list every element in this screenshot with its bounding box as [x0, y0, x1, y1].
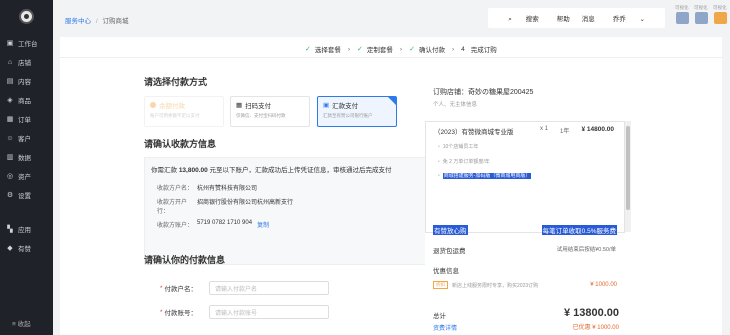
chevron-down-icon: ⌄ — [639, 16, 645, 23]
breadcrumb-current: 订购商城 — [102, 18, 129, 25]
step-select-package: ✓ 选择套餐 — [305, 46, 341, 54]
remittance-icon: ▣ — [323, 102, 330, 109]
balance-icon — [150, 102, 156, 108]
app-shortcut-icon[interactable]: 可视化 — [694, 5, 708, 24]
sidebar-item-youzan[interactable]: ◆ 有赞 — [0, 241, 53, 255]
pay-option-remittance[interactable]: ▣ 汇款支付 汇款至有赞公司银行账户 — [317, 96, 397, 127]
pay-option-qrcode[interactable]: ▦ 扫码支付 仅微信、支付宝扫码付款 — [230, 96, 310, 127]
apps-icon: ▚ — [7, 226, 13, 233]
help-link[interactable]: 帮助 — [557, 13, 570, 23]
remittance-description: 你需汇款 13,800.00 元至以下账户，汇款成功后上传凭证信息，审核通过后完… — [151, 167, 392, 174]
user-menu[interactable]: 乔乔 ⌄ — [607, 13, 651, 23]
coupon-row: 折扣 新店上线服务限时专享，购买2023订购 ¥ 1000.00 — [433, 279, 617, 291]
order-scrollbar[interactable] — [625, 121, 631, 232]
sidebar-item-customer[interactable]: ☺ 客户 — [0, 131, 53, 145]
fee-details-link[interactable]: 资费详情 — [433, 323, 457, 332]
saved-amount: 已优惠 ¥ 1000.00 — [572, 325, 619, 331]
coupon-amount: ¥ 1000.00 — [590, 282, 617, 288]
coupon-title: 优惠信息 — [433, 268, 459, 275]
payer-name-input[interactable]: 请输入付款户名 — [209, 281, 330, 295]
arrow-icon: › — [399, 45, 403, 53]
goods-icon: ◈ — [7, 97, 13, 104]
sidebar-item-workbench[interactable]: ▣ 工作台 — [0, 36, 53, 50]
payer-name-row: * 付款户名： 请输入付款户名 — [160, 281, 330, 295]
qrcode-icon: ▦ — [236, 102, 243, 109]
payer-info-title: 请确认你的付款信息 — [144, 255, 226, 265]
check-icon: ✓ — [357, 46, 363, 53]
divider — [60, 57, 722, 58]
app-shortcut-icon[interactable]: 可视化 — [675, 5, 689, 24]
breadcrumb-home-link[interactable]: 服务中心 — [65, 18, 91, 25]
shop-logo[interactable] — [19, 9, 34, 24]
total-label: 总计 — [433, 313, 446, 320]
arrow-icon: › — [347, 45, 351, 53]
coupon-tag: 折扣 — [433, 281, 448, 289]
sidebar-item-goods[interactable]: ◈ 商品 — [0, 93, 53, 107]
payee-account: 5719 0782 1710 904 — [197, 220, 253, 226]
sidebar-item-data[interactable]: ▥ 数据 — [0, 150, 53, 164]
order-summary: 订购店铺：奇妙の糖果屋200425 个人、无主体信息 （2023）有赞微商城专业… — [425, 83, 633, 332]
breadcrumb: 服务中心 / 订购商城 — [65, 18, 129, 25]
check-icon: ✓ — [305, 46, 311, 53]
app-shortcuts: 可视化 可视化 可视化 — [673, 5, 730, 26]
sidebar-item-content[interactable]: ▤ 内容 — [0, 74, 53, 88]
scrollbar-thumb[interactable] — [626, 126, 630, 210]
top-bar: 服务中心 / 订购商城 ⌕ 搜索 帮助 消息 乔乔 ⌄ 可视化 可视化 可视化 — [53, 0, 730, 34]
youzan-icon: ◆ — [7, 245, 13, 252]
package-card: （2023）有赞微商城专业版 x 1 1年 ¥ 14800.00 10个店铺员工… — [425, 121, 625, 233]
payer-account-input[interactable]: 请输入付款账号 — [209, 305, 330, 319]
store-icon: ⌂ — [7, 58, 13, 66]
step-customize-package: ✓ 定制套餐 — [357, 46, 393, 54]
sidebar-item-settings[interactable]: ⚙ 设置 — [0, 188, 53, 202]
sidebar-item-apps[interactable]: ▚ 应用 — [0, 222, 53, 236]
service-fee-value: 每笔订单收取0.5%服务费 — [541, 225, 617, 235]
payee-info-box: 你需汇款 13,800.00 元至以下账户，汇款成功后上传凭证信息，审核通过后完… — [144, 157, 458, 265]
package-name: （2023）有赞微商城专业版 — [434, 129, 514, 136]
asset-icon: ◎ — [6, 173, 14, 180]
step-confirm-payment: ✓ 确认付款 — [409, 46, 445, 54]
payee-info-title: 请确认收款方信息 — [144, 139, 217, 149]
package-price: ¥ 14800.00 — [581, 126, 614, 133]
payment-method-title: 请选择付款方式 — [144, 77, 208, 87]
search-link[interactable]: ⌕ 搜索 — [502, 13, 544, 24]
payee-bank: 招商银行股份有限公司杭州高新支行 — [197, 200, 294, 206]
sidebar-item-asset[interactable]: ◎ 资产 — [0, 169, 53, 183]
sidebar-item-store[interactable]: ⌂ 店铺 — [0, 55, 53, 69]
sidebar: ▣ 工作台 ⌂ 店铺 ▤ 内容 ◈ 商品 ▦ 订单 ☺ 客户 ▥ 数据 ◎ 资产 ⚙ 设置 ▚ 应用… — [0, 0, 53, 335]
copy-account-link[interactable]: 复制 — [257, 220, 269, 229]
total-amount: ¥ 13800.00 — [563, 307, 619, 319]
refund-shipping-row: 退货包运费 试用结束后按结¥0.50/单 — [433, 247, 616, 255]
payee-name: 杭州有赞科技有限公司 — [197, 186, 258, 192]
package-feature: 免 2 万单订单额度/年 — [438, 158, 490, 165]
arrow-icon: › — [451, 45, 455, 53]
top-links: ⌕ 搜索 帮助 消息 乔乔 ⌄ — [488, 8, 665, 28]
service-fee-label: 有赞放心购 — [433, 225, 468, 235]
collapse-sidebar-button[interactable]: ≡ 收起 — [12, 318, 31, 328]
order-store: 订购店铺：奇妙の糖果屋200425 — [433, 89, 534, 96]
order-store-subtitle: 个人、无主体信息 — [433, 102, 478, 108]
messages-link[interactable]: 消息 — [582, 13, 595, 23]
package-feature: 商城搭建服务-加码版（微商城电商版） — [438, 172, 532, 179]
service-fee-row: 有赞放心购 每笔订单收取0.5%服务费 — [433, 225, 617, 235]
package-qty: x 1 — [540, 126, 549, 132]
workbench-icon: ▣ — [6, 40, 14, 47]
sidebar-item-order[interactable]: ▦ 订单 — [0, 112, 53, 126]
pay-option-balance: 余额付款 账户可用余额不足以支付 — [144, 96, 224, 127]
content-icon: ▤ — [6, 78, 14, 85]
package-years: 1年 — [560, 129, 570, 135]
app-shortcut-icon[interactable]: 可视化 — [713, 5, 727, 24]
data-icon: ▥ — [6, 154, 14, 161]
customer-icon: ☺ — [6, 134, 14, 142]
step-complete-order: 4 完成订购 — [461, 45, 497, 55]
settings-icon: ⚙ — [6, 192, 14, 199]
payer-account-row: * 付款账号： 请输入付款账号 — [160, 305, 330, 319]
search-icon: ⌕ — [508, 15, 512, 23]
order-icon: ▦ — [6, 116, 14, 123]
check-icon: ✓ — [409, 46, 415, 53]
main-content: ✓ 选择套餐 › ✓ 定制套餐 › ✓ 确认付款 › 4 完成订购 请选择付款方式 余额… — [60, 37, 722, 335]
package-feature: 10个店铺员工年 — [438, 143, 479, 150]
progress-steps: ✓ 选择套餐 › ✓ 定制套餐 › ✓ 确认付款 › 4 完成订购 — [305, 44, 497, 55]
